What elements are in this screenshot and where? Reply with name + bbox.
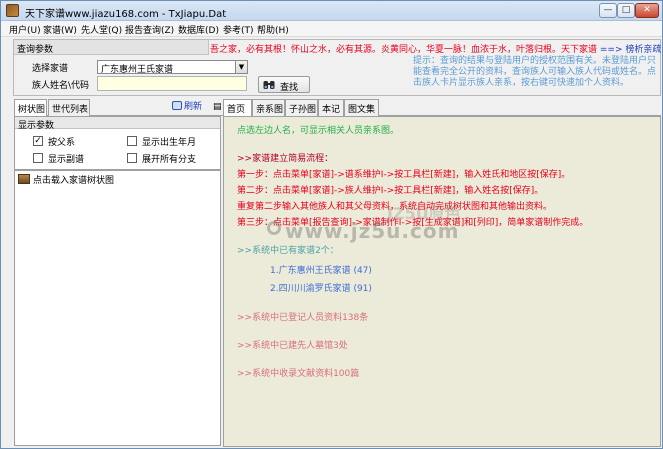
slogan-body: 吾之家，必有其根！怀山之水，必有其源。炎黄同心，华夏一脉！血浓于水，叶落归根。天… (210, 45, 598, 55)
close-button[interactable]: ✕ (635, 3, 659, 18)
menu-database[interactable]: 数据库(D) (178, 23, 219, 36)
search-button-label: 查找 (280, 83, 299, 93)
checkbox-paternal-label: 按父系 (48, 138, 76, 148)
home-content: 点选左边人名，可显示相关人员亲系图。 >>家谱建立简易流程： 第一步：点击菜单[… (223, 116, 661, 447)
flow-title: >>家谱建立简易流程： (237, 154, 334, 164)
minimize-button[interactable]: — (599, 3, 617, 18)
refresh-button[interactable]: 刷新 (172, 99, 202, 112)
stat-tombs: >>系统中已建先人墓馆3处 (237, 341, 348, 351)
tab-descendants-chart[interactable]: 子孙图 (285, 99, 318, 116)
menu-user[interactable]: 用户(U) (9, 23, 41, 36)
home-icon: ▤ (213, 102, 222, 112)
app-book-icon (6, 4, 19, 17)
display-title: 显示参数 (18, 121, 55, 131)
family-link-1[interactable]: 1.广东惠州王氏家谱 (47) (270, 263, 372, 276)
checkbox-sub-genealogy[interactable] (33, 153, 43, 163)
tab-tree[interactable]: 树状图 (14, 99, 47, 117)
tab-biography[interactable]: 本记 (318, 99, 344, 116)
tab-home[interactable]: 首页 (223, 99, 252, 117)
watermark-text: www.jz5u.com (285, 219, 460, 243)
slogan-text: 吾之家，必有其根！怀山之水，必有其源。炎黄同心，华夏一脉！血浓于水，叶落归根。天… (210, 42, 661, 55)
query-header: 查询参数 (14, 40, 209, 55)
checkbox-birth-date[interactable] (127, 136, 137, 146)
chevron-down-icon[interactable]: ▼ (235, 61, 247, 73)
family-link-2[interactable]: 2.四川川渝罗氏家谱 (91) (270, 281, 372, 294)
menu-help[interactable]: 帮助(H) (257, 23, 289, 36)
maximize-button[interactable]: □ (617, 3, 635, 18)
hint-text: 点选左边人名，可显示相关人员亲系图。 (237, 126, 400, 136)
checkbox-sub-genealogy-label: 显示副谱 (48, 155, 85, 165)
book-icon (18, 174, 30, 184)
family-label: 选择家谱 (32, 64, 69, 74)
load-tree-item[interactable]: 点击载入家谱树状图 (33, 173, 114, 186)
menu-reports[interactable]: 报告查询(Z) (125, 23, 174, 36)
query-tip: 提示：查询的结果与登陆用户的授权范围有关。未登陆用户只能查看完全公开的资料，查询… (413, 56, 657, 88)
checkbox-expand-all[interactable] (127, 153, 137, 163)
title-bar: 天下家谱www.jiazu168.com - TxJiapu.Dat — □ ✕ (1, 1, 662, 21)
name-input[interactable] (97, 76, 247, 91)
refresh-icon (172, 101, 182, 110)
query-title: 查询参数 (17, 45, 54, 55)
tab-gallery[interactable]: 图文集 (344, 99, 379, 116)
family-select-value: 广东惠州王氏家谱 (101, 65, 174, 75)
stat-documents: >>系统中收录文献资料100篇 (237, 369, 360, 379)
checkbox-expand-all-label: 展开所有分支 (142, 155, 197, 165)
step-2: 第二步：点击菜单[家谱]->族人维护I->按工具栏[新建]，输入姓名按[保存]。 (237, 186, 544, 196)
refresh-label: 刷新 (184, 102, 203, 112)
watermark-logo (267, 221, 281, 235)
menu-bar: 用户(U) 家谱(W) 先人堂(Q) 报告查询(Z) 数据库(D) 参考(T) … (1, 21, 662, 37)
family-tree-panel: 点击载入家谱树状图 (14, 170, 221, 446)
menu-genealogy[interactable]: 家谱(W) (43, 23, 77, 36)
watermark: JZ5U原色 www.jz5u.com (267, 199, 487, 249)
name-label: 族人姓名\代码 (32, 81, 90, 91)
display-options: 显示参数 ✓ 按父系 显示出生年月 显示副谱 展开所有分支 (14, 116, 221, 170)
app-window: 天下家谱www.jiazu168.com - TxJiapu.Dat — □ ✕… (0, 0, 663, 449)
slogan-link[interactable]: ==> 榜析亲疏 (600, 45, 661, 55)
binoculars-icon (263, 81, 275, 89)
checkbox-birth-date-label: 显示出生年月 (142, 138, 197, 148)
checkbox-paternal[interactable]: ✓ (33, 136, 43, 146)
stat-people: >>系统中已登记人员资料138条 (237, 313, 369, 323)
window-title: 天下家谱www.jiazu168.com - TxJiapu.Dat (25, 9, 227, 20)
family-select[interactable]: 广东惠州王氏家谱 ▼ (97, 60, 248, 75)
search-button[interactable]: 查找 (258, 76, 310, 93)
right-tab-strip: ▤ 首页 亲系图 子孙图 本记 图文集 (211, 99, 661, 117)
menu-reference[interactable]: 参考(T) (223, 23, 254, 36)
menu-ancestor-hall[interactable]: 先人堂(Q) (81, 23, 122, 36)
tab-generation-list[interactable]: 世代列表 (48, 99, 90, 116)
display-header: 显示参数 (15, 117, 220, 131)
tab-kinship-chart[interactable]: 亲系图 (252, 99, 285, 116)
query-panel: 查询参数 选择家谱 广东惠州王氏家谱 ▼ 族人姓名\代码 查找 吾之家，必有其根… (13, 39, 661, 96)
step-1: 第一步：点击菜单[家谱]->谱系维护I->按工具栏[新建]，输入姓氏和地区按[保… (237, 170, 571, 180)
